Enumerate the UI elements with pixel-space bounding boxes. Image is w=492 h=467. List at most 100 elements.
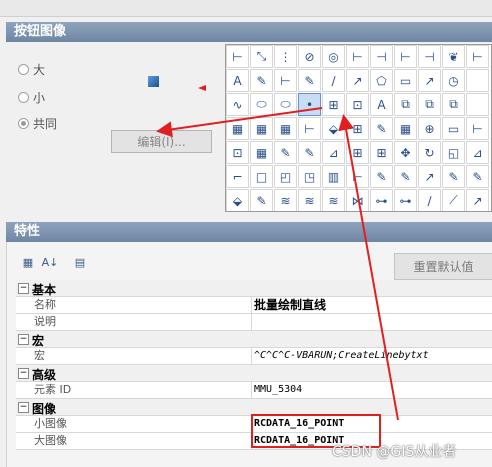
- toolbar-icon-cell[interactable]: ▦: [250, 141, 273, 164]
- radio-small[interactable]: 小: [18, 89, 45, 106]
- toolbar-icon-cell[interactable]: ⊡: [226, 141, 249, 164]
- toolbar-icon-cell[interactable]: ⌐: [226, 165, 249, 188]
- toolbar-icon-cell[interactable]: ✎: [250, 69, 273, 92]
- toolbar-icon-cell[interactable]: ▥: [322, 165, 345, 188]
- toolbar-icon-cell[interactable]: [466, 93, 489, 116]
- toolbar-icon-cell[interactable]: ⧉: [442, 93, 465, 116]
- toolbar-icon-cell[interactable]: ⊘: [298, 45, 321, 68]
- toolbar-icon-cell[interactable]: ⊢: [298, 117, 321, 140]
- toolbar-icon-cell[interactable]: ▦: [226, 117, 249, 140]
- toolbar-icon-cell[interactable]: [466, 69, 489, 92]
- toolbar-icon-cell[interactable]: ◳: [298, 165, 321, 188]
- toolbar-icon-cell[interactable]: ⊿: [322, 141, 345, 164]
- property-row-element-id[interactable]: 元素 ID MMU_5304: [16, 382, 492, 399]
- toolbar-icon-cell[interactable]: ▦: [250, 117, 273, 140]
- property-value[interactable]: ^C^C^C-VBARUN;CreateLinebytxt: [254, 348, 429, 364]
- toolbar-icon-cell[interactable]: ⟋: [442, 189, 465, 211]
- toolbar-icon-cell[interactable]: ↻: [418, 141, 441, 164]
- collapse-icon[interactable]: −: [18, 402, 29, 413]
- sort-alpha-icon[interactable]: A↓: [40, 252, 60, 272]
- toolbar-icon-cell[interactable]: ⊢: [346, 45, 369, 68]
- toolbar-icon-cell[interactable]: ✎: [442, 165, 465, 188]
- toolbar-icon-cell[interactable]: ↗: [418, 69, 441, 92]
- radio-both[interactable]: 共同: [18, 115, 57, 132]
- toolbar-icon-cell[interactable]: ≋: [322, 189, 345, 211]
- toolbar-icon-cell[interactable]: ✎: [394, 165, 417, 188]
- collapse-icon[interactable]: −: [18, 283, 29, 294]
- toolbar-icon-cell[interactable]: ✎: [274, 141, 297, 164]
- toolbar-icon-cell[interactable]: ∿: [226, 93, 249, 116]
- property-row-description[interactable]: 说明: [16, 314, 492, 331]
- toolbar-icon-cell[interactable]: ▭: [442, 117, 465, 140]
- toolbar-icon-cell[interactable]: ∕: [418, 189, 441, 211]
- category-advanced[interactable]: − 高级: [16, 365, 492, 382]
- toolbar-icon-cell[interactable]: ▭: [394, 69, 417, 92]
- toolbar-icon-cell[interactable]: ⊢: [274, 69, 297, 92]
- toolbar-icon-cell[interactable]: ⧉: [394, 93, 417, 116]
- toolbar-icon-cell[interactable]: ✥: [394, 141, 417, 164]
- toolbar-icon-cell[interactable]: ≋: [274, 189, 297, 211]
- radio-large[interactable]: 大: [18, 61, 45, 78]
- toolbar-icon-cell[interactable]: ✎: [298, 69, 321, 92]
- toolbar-icon-cell[interactable]: ⧉: [418, 93, 441, 116]
- toolbar-icon-cell[interactable]: ⋈: [346, 189, 369, 211]
- toolbar-icon-cell[interactable]: ⊢: [394, 45, 417, 68]
- toolbar-icon-cell[interactable]: ⊣: [370, 45, 393, 68]
- toolbar-icon-cell[interactable]: ⊞: [346, 141, 369, 164]
- toolbar-icon-cell[interactable]: □: [250, 165, 273, 188]
- toolbar-icon-cell[interactable]: ✎: [466, 165, 489, 188]
- property-value[interactable]: MMU_5304: [254, 382, 302, 398]
- toolbar-icon-cell[interactable]: ✎: [298, 141, 321, 164]
- toolbar-icon-cell[interactable]: •: [298, 93, 321, 116]
- toolbar-icon-cell[interactable]: ⊢: [346, 165, 369, 188]
- toolbar-icon-cell[interactable]: ⤡: [250, 45, 273, 68]
- toolbar-icon-cell[interactable]: ≋: [298, 189, 321, 211]
- property-row-name[interactable]: 名称 批量绘制直线: [16, 297, 492, 314]
- toolbar-icon-cell[interactable]: ⊿: [466, 141, 489, 164]
- collapse-icon[interactable]: −: [18, 368, 29, 379]
- toolbar-icon-cell[interactable]: ◎: [322, 45, 345, 68]
- toolbar-icon-cell[interactable]: ✎: [250, 189, 273, 211]
- toolbar-icon-cell[interactable]: ⬙: [226, 189, 249, 211]
- toolbar-icon-cell[interactable]: ◷: [442, 69, 465, 92]
- toolbar-icon-cell[interactable]: ⊶: [394, 189, 417, 211]
- toolbar-icon-cell[interactable]: ⊞: [370, 141, 393, 164]
- property-pages-icon[interactable]: ▤: [70, 252, 90, 272]
- radio-dot[interactable]: [18, 92, 29, 103]
- collapse-icon[interactable]: −: [18, 334, 29, 345]
- toolbar-icon-cell[interactable]: ▦: [394, 117, 417, 140]
- toolbar-icon-cell[interactable]: ⬠: [370, 69, 393, 92]
- toolbar-icon-cell[interactable]: ⬙: [322, 117, 345, 140]
- toolbar-icon-cell[interactable]: A: [370, 93, 393, 116]
- toolbar-icon-cell[interactable]: ▦: [274, 117, 297, 140]
- toolbar-icon-cell[interactable]: ⊢: [466, 45, 489, 68]
- toolbar-icon-cell[interactable]: ◱: [442, 141, 465, 164]
- property-value[interactable]: 批量绘制直线: [254, 297, 326, 313]
- toolbar-icon-cell[interactable]: ❦: [442, 45, 465, 68]
- toolbar-icon-cell[interactable]: A: [226, 69, 249, 92]
- toolbar-icon-cell[interactable]: ⊶: [370, 189, 393, 211]
- toolbar-icon-cell[interactable]: ⊞: [322, 93, 345, 116]
- toolbar-icon-cell[interactable]: ✎: [370, 117, 393, 140]
- radio-dot-selected[interactable]: [18, 118, 29, 129]
- toolbar-icon-cell[interactable]: ↗: [418, 165, 441, 188]
- reset-default-button[interactable]: 重置默认值: [394, 253, 492, 280]
- toolbar-icon-cell[interactable]: ↗: [466, 189, 489, 211]
- toolbar-icon-cell[interactable]: ∕: [322, 69, 345, 92]
- toolbar-icon-cell[interactable]: ⬭: [250, 93, 273, 116]
- toolbar-icon-cell[interactable]: ⊣: [418, 45, 441, 68]
- edit-button[interactable]: 编辑(I)...: [111, 130, 212, 153]
- toolbar-icon-cell[interactable]: ✎: [370, 165, 393, 188]
- toolbar-icon-cell[interactable]: ⋮: [274, 45, 297, 68]
- toolbar-icon-cell[interactable]: ⊢: [226, 45, 249, 68]
- toolbar-icon-cell[interactable]: ⊡: [346, 93, 369, 116]
- toolbar-icon-cell[interactable]: ⊢: [466, 117, 489, 140]
- toolbar-icon-cell[interactable]: ⬭: [274, 93, 297, 116]
- toolbar-icon-cell[interactable]: ◰: [274, 165, 297, 188]
- toolbar-icon-cell[interactable]: ↗: [346, 69, 369, 92]
- property-row-macro[interactable]: 宏 ^C^C^C-VBARUN;CreateLinebytxt: [16, 348, 492, 365]
- category-macro[interactable]: − 宏: [16, 331, 492, 348]
- category-basic[interactable]: − 基本: [16, 280, 492, 297]
- toolbar-icon-cell[interactable]: ⊞: [346, 117, 369, 140]
- radio-dot[interactable]: [18, 64, 29, 75]
